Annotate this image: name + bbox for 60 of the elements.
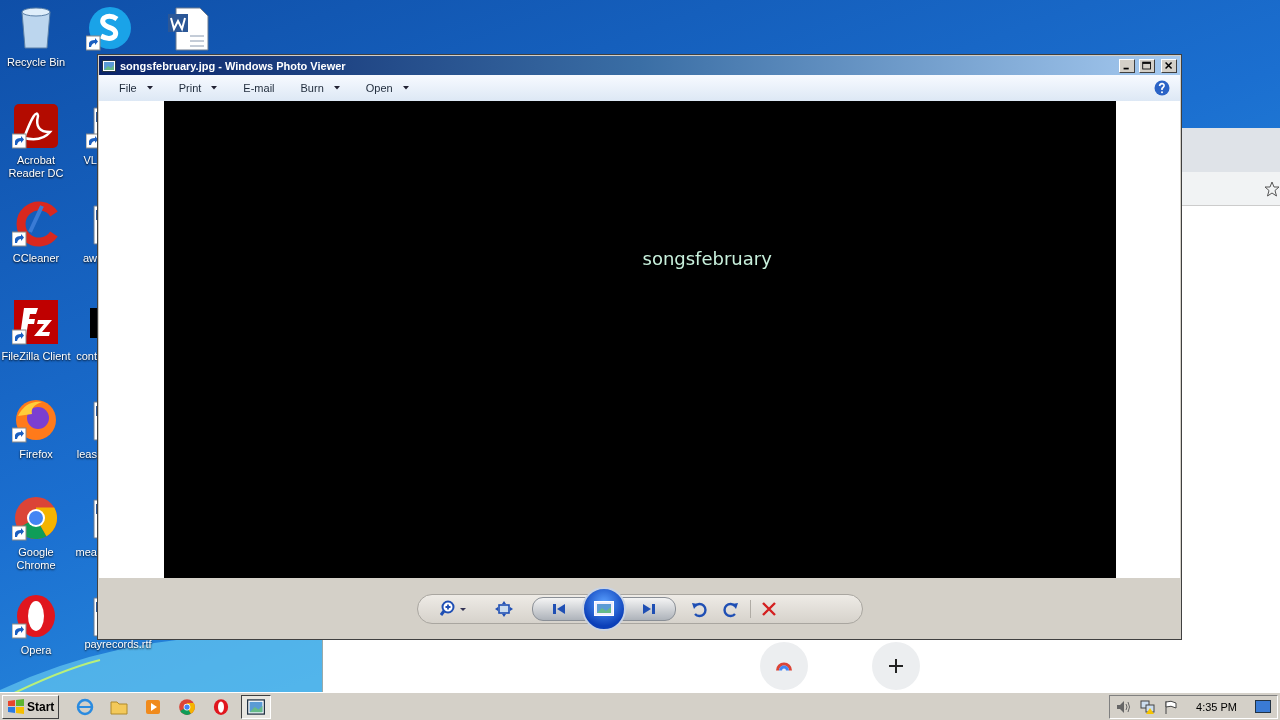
icon-label: aw	[82, 252, 97, 265]
menu-item[interactable]: File	[109, 77, 163, 99]
slideshow-icon	[593, 601, 614, 616]
fit-to-window-icon[interactable]	[493, 600, 514, 617]
menu-item[interactable]: Print	[168, 77, 228, 99]
photo-viewer-icon	[102, 59, 116, 72]
folder-icon	[110, 698, 129, 715]
delete-icon[interactable]	[760, 600, 777, 617]
window-title: songsfebruary.jpg - Windows Photo Viewer	[120, 59, 347, 72]
app-icon[interactable]	[12, 200, 60, 248]
flag-icon[interactable]	[1164, 699, 1179, 714]
icon-label: leas	[76, 448, 97, 461]
windows-logo-icon	[7, 698, 25, 715]
icon-label: Recycle Bin	[6, 56, 66, 69]
app-icon[interactable]	[12, 494, 60, 542]
app-icon[interactable]	[12, 102, 60, 150]
icon-label: cont	[76, 350, 97, 363]
close-button[interactable]	[1161, 58, 1177, 73]
menu-item[interactable]: E-mail	[233, 77, 285, 99]
icon-label: Google Chrome	[15, 546, 57, 572]
chrome-icon	[178, 697, 197, 716]
next-button[interactable]	[621, 596, 676, 621]
add-shortcut-button[interactable]	[872, 642, 920, 690]
show-desktop-icon[interactable]	[1255, 699, 1271, 714]
menu-item[interactable]: Burn	[290, 77, 350, 99]
icon-label: CCleaner	[12, 252, 60, 265]
start-button[interactable]: Start	[2, 694, 60, 719]
opera-icon	[212, 697, 231, 716]
previous-icon	[551, 602, 566, 615]
image-text: songsfebruary	[642, 248, 772, 269]
icon-label: mea	[75, 546, 97, 559]
photo-viewer-icon	[247, 698, 266, 715]
next-icon	[641, 602, 656, 615]
plus-icon	[889, 659, 903, 673]
speaker-icon[interactable]	[1116, 699, 1133, 714]
icon-label: Firefox	[19, 448, 53, 461]
menu-item[interactable]: Open	[355, 77, 419, 99]
app-icon[interactable]	[12, 298, 60, 346]
caret-icon	[402, 86, 409, 90]
taskbar-button[interactable]	[241, 694, 272, 719]
help-icon[interactable]	[1154, 80, 1170, 96]
globe-icon	[76, 697, 95, 716]
icon-label: Acrobat Reader DC	[7, 154, 65, 180]
previous-button[interactable]	[531, 596, 586, 621]
caret-icon	[146, 86, 153, 90]
icon-label: Opera	[20, 644, 52, 657]
media-player-icon	[145, 698, 162, 715]
maximize-button[interactable]	[1139, 58, 1155, 73]
app-icon[interactable]	[86, 4, 134, 52]
clock[interactable]: 4:35 PM	[1196, 700, 1237, 713]
caret-icon	[333, 86, 340, 90]
chrome-store-icon	[776, 661, 792, 671]
icon-label: payrecords.rtf	[84, 638, 152, 651]
icon-label: FileZilla Client	[1, 350, 71, 363]
minimize-button[interactable]	[1119, 58, 1135, 73]
star-icon[interactable]	[1264, 180, 1280, 197]
caret-icon	[211, 86, 218, 90]
icon-label: VL	[83, 154, 97, 167]
network-icon[interactable]	[1140, 699, 1157, 714]
shortcut-tile[interactable]	[760, 642, 808, 690]
